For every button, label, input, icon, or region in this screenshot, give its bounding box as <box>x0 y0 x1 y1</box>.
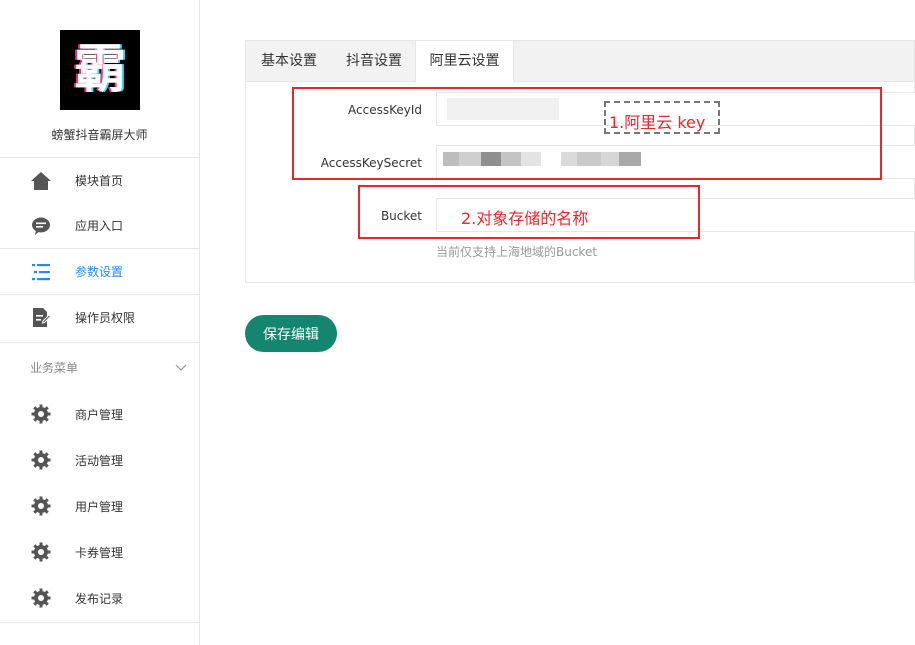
logo-glyph: 霸 <box>73 40 126 100</box>
sidebar-item-publish-records[interactable]: 发布记录 <box>0 575 199 621</box>
annotation-box-key <box>292 87 882 180</box>
tab-bar: 基本设置 抖音设置 阿里云设置 <box>246 41 914 82</box>
gear-icon <box>31 450 51 470</box>
sidebar-item-label: 发布记录 <box>75 591 124 606</box>
app-logo: 霸 <box>60 30 140 110</box>
sidebar-item-operator-permissions[interactable]: 操作员权限 <box>0 295 199 340</box>
tab-aliyun-settings[interactable]: 阿里云设置 <box>415 41 514 82</box>
annotation-note-bucket: 2.对象存储的名称 <box>461 209 589 228</box>
sidebar-item-user-management[interactable]: 用户管理 <box>0 483 199 529</box>
sidebar-item-label: 模块首页 <box>75 174 124 188</box>
settings-list-icon <box>30 261 52 283</box>
section-label: 业务菜单 <box>30 360 79 375</box>
bucket-hint: 当前仅支持上海地域的Bucket <box>436 245 598 259</box>
sidebar-item-label: 操作员权限 <box>75 311 136 325</box>
gear-icon <box>31 496 51 516</box>
sidebar-item-label: 卡券管理 <box>75 545 124 560</box>
section-business-menu[interactable]: 业务菜单 <box>0 342 199 391</box>
annotation-note-key: 1.阿里云 key <box>609 113 706 132</box>
chat-bubble-icon <box>30 215 52 237</box>
sidebar-item-label: 用户管理 <box>75 499 124 514</box>
tab-basic-settings[interactable]: 基本设置 <box>246 41 332 81</box>
sidebar-item-label: 参数设置 <box>75 265 124 279</box>
save-edit-button[interactable]: 保存编辑 <box>245 315 337 352</box>
gear-icon <box>31 542 51 562</box>
sidebar-nav: 模块首页 应用入口 参数设置 操作员权限 业务菜单 商户管理 活动管理 用户管理… <box>0 157 199 621</box>
sidebar-item-parameter-settings[interactable]: 参数设置 <box>0 249 199 294</box>
document-edit-icon <box>30 307 52 329</box>
gear-icon <box>31 404 51 424</box>
sidebar: 霸 螃蟹抖音霸屏大师 模块首页 应用入口 参数设置 操作员权限 业务菜单 商户管… <box>0 0 200 645</box>
sidebar-item-merchant-management[interactable]: 商户管理 <box>0 391 199 437</box>
sidebar-item-label: 商户管理 <box>75 407 124 422</box>
sidebar-item-home[interactable]: 模块首页 <box>0 158 199 203</box>
tab-douyin-settings[interactable]: 抖音设置 <box>332 41 416 81</box>
app-name: 螃蟹抖音霸屏大师 <box>51 128 148 142</box>
gear-icon <box>31 588 51 608</box>
sidebar-item-coupon-management[interactable]: 卡券管理 <box>0 529 199 575</box>
sidebar-item-activity-management[interactable]: 活动管理 <box>0 437 199 483</box>
sidebar-item-label: 应用入口 <box>75 219 124 233</box>
sidebar-item-label: 活动管理 <box>75 453 124 468</box>
sidebar-item-app-entry[interactable]: 应用入口 <box>0 203 199 248</box>
divider <box>0 622 199 623</box>
chevron-down-icon <box>175 357 187 376</box>
home-icon <box>30 170 52 192</box>
